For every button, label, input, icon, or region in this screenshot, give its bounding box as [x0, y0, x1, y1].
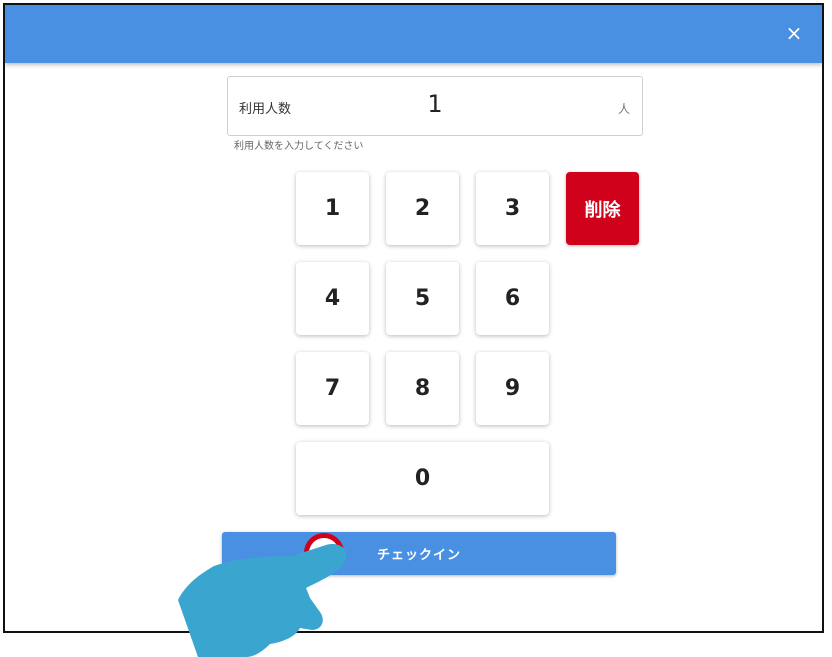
key-7[interactable]: 7 [296, 352, 369, 425]
key-9[interactable]: 9 [476, 352, 549, 425]
field-unit: 人 [617, 102, 630, 116]
header-bar: × [5, 5, 822, 63]
field-hint: 利用人数を入力してください [234, 141, 364, 152]
key-5[interactable]: 5 [386, 262, 459, 335]
key-8[interactable]: 8 [386, 352, 459, 425]
delete-button[interactable]: 削除 [566, 172, 639, 245]
close-icon[interactable]: × [782, 21, 806, 45]
key-4[interactable]: 4 [296, 262, 369, 335]
checkin-button[interactable]: チェックイン [222, 532, 616, 575]
guest-count-field[interactable]: 利用人数 1 人 [227, 76, 643, 136]
guest-count-value: 1 [427, 90, 443, 118]
key-2[interactable]: 2 [386, 172, 459, 245]
key-6[interactable]: 6 [476, 262, 549, 335]
key-3[interactable]: 3 [476, 172, 549, 245]
tap-indicator [304, 533, 344, 573]
key-1[interactable]: 1 [296, 172, 369, 245]
key-0[interactable]: 0 [296, 442, 549, 515]
